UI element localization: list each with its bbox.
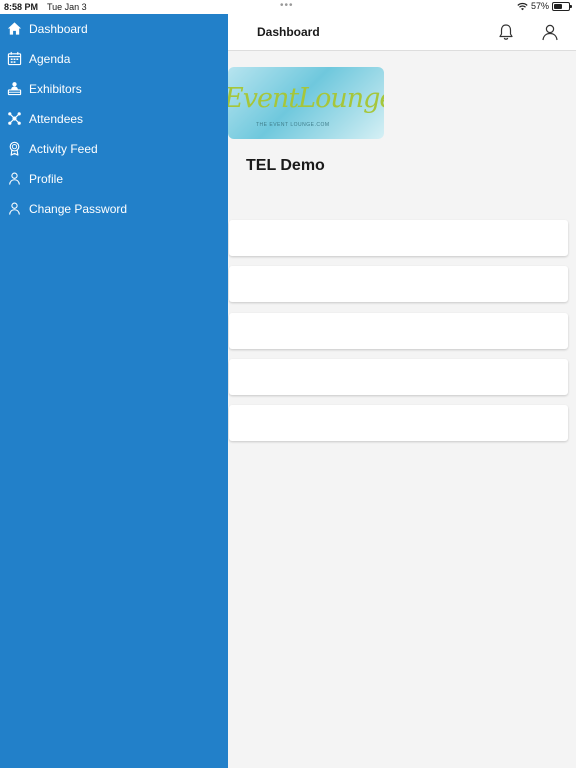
dashboard-card[interactable] bbox=[229, 220, 568, 256]
menu-item-label: Profile bbox=[29, 172, 64, 186]
menu-item-label: Attendees bbox=[29, 112, 84, 126]
status-time: 8:58 PM bbox=[4, 2, 39, 12]
person-icon bbox=[9, 172, 20, 185]
dashboard-card[interactable] bbox=[229, 405, 568, 441]
network-icon bbox=[8, 112, 21, 125]
logo-text: EventLounge bbox=[228, 83, 384, 114]
status-date: Tue Jan 3 bbox=[47, 2, 87, 12]
menu-item-attendees[interactable]: Attendees bbox=[0, 104, 228, 134]
dashboard-card[interactable] bbox=[229, 266, 568, 302]
wifi-icon bbox=[517, 2, 528, 10]
menu-item-change-password[interactable]: Change Password bbox=[0, 194, 228, 224]
multitask-dots-icon[interactable]: ••• bbox=[280, 0, 294, 11]
menu-item-label: Exhibitors bbox=[29, 82, 82, 96]
status-bar: 8:58 PM Tue Jan 3 ••• 57% bbox=[0, 0, 576, 14]
battery-fill bbox=[554, 3, 562, 9]
exhibitor-icon bbox=[7, 82, 22, 96]
user-icon[interactable] bbox=[540, 22, 560, 42]
menu-item-exhibitors[interactable]: Exhibitors bbox=[0, 74, 228, 104]
status-right: 57% bbox=[517, 1, 572, 11]
menu-item-label: Agenda bbox=[29, 52, 71, 66]
page-title: Dashboard bbox=[257, 25, 320, 39]
dashboard-card[interactable] bbox=[229, 313, 568, 349]
badge-icon bbox=[9, 141, 20, 156]
battery-icon bbox=[552, 1, 572, 11]
navigation-drawer: Dashboard Agenda Exhibitors Attendees Ac… bbox=[0, 14, 228, 768]
dashboard-card[interactable] bbox=[229, 359, 568, 395]
menu-item-label: Change Password bbox=[29, 202, 128, 216]
menu-item-dashboard[interactable]: Dashboard bbox=[0, 14, 228, 44]
event-logo: EventLounge THE EVENT LOUNGE.COM bbox=[228, 67, 384, 139]
menu-item-activity-feed[interactable]: Activity Feed bbox=[0, 134, 228, 164]
person-icon bbox=[9, 202, 20, 215]
battery-percent: 57% bbox=[530, 1, 549, 11]
menu-item-agenda[interactable]: Agenda bbox=[0, 44, 228, 74]
menu-item-label: Dashboard bbox=[29, 22, 88, 36]
logo-subtext: THE EVENT LOUNGE.COM bbox=[256, 122, 330, 128]
event-title: TEL Demo bbox=[246, 157, 325, 174]
bell-icon[interactable] bbox=[496, 22, 516, 42]
menu-item-profile[interactable]: Profile bbox=[0, 164, 228, 194]
menu-item-label: Activity Feed bbox=[29, 142, 98, 156]
calendar-icon bbox=[7, 51, 22, 66]
home-icon bbox=[7, 22, 22, 35]
